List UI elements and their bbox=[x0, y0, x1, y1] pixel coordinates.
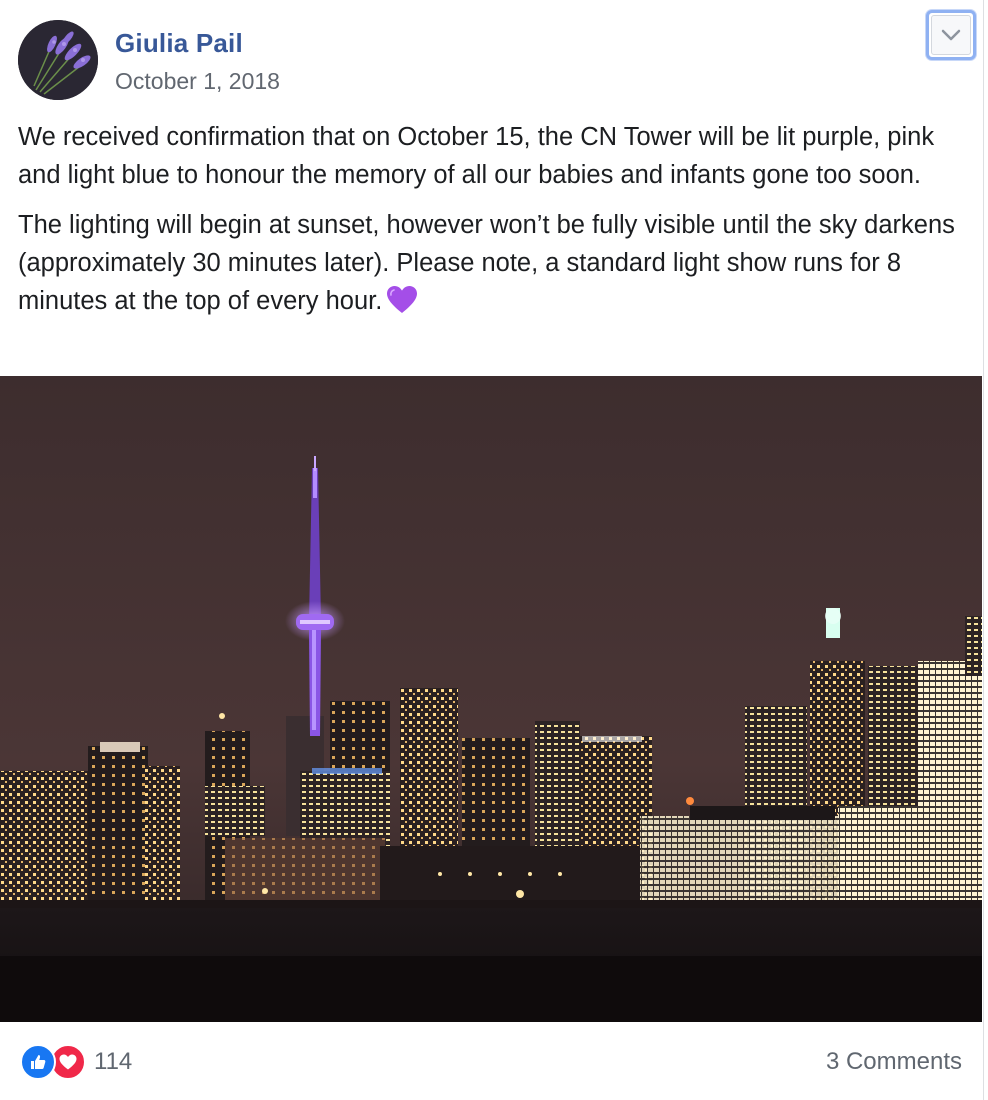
post-options-button[interactable] bbox=[926, 10, 976, 60]
reactions-summary[interactable]: 114 bbox=[20, 1044, 132, 1080]
post-paragraph-1: We received confirmation that on October… bbox=[18, 123, 935, 189]
author-avatar[interactable] bbox=[18, 20, 98, 100]
comments-count-link[interactable]: 3 Comments bbox=[826, 1048, 962, 1076]
post-card: Giulia Pail October 1, 2018 We received … bbox=[0, 0, 984, 1100]
post-text: We received confirmation that on October… bbox=[18, 118, 958, 338]
like-reaction-icon bbox=[20, 1044, 56, 1080]
post-paragraph-2: The lighting will begin at sunset, howev… bbox=[18, 206, 958, 326]
post-footer: 114 3 Comments bbox=[0, 1022, 984, 1100]
post-photo[interactable] bbox=[0, 376, 982, 1022]
post-paragraph-2-text: The lighting will begin at sunset, howev… bbox=[18, 211, 955, 315]
reaction-count: 114 bbox=[94, 1048, 133, 1075]
lavender-photo-icon bbox=[18, 20, 98, 100]
toronto-skyline-photo bbox=[0, 376, 982, 1022]
author-name-link[interactable]: Giulia Pail bbox=[115, 28, 243, 59]
purple-heart-icon bbox=[386, 285, 418, 326]
post-date-link[interactable]: October 1, 2018 bbox=[115, 68, 280, 95]
chevron-down-icon bbox=[941, 29, 961, 41]
